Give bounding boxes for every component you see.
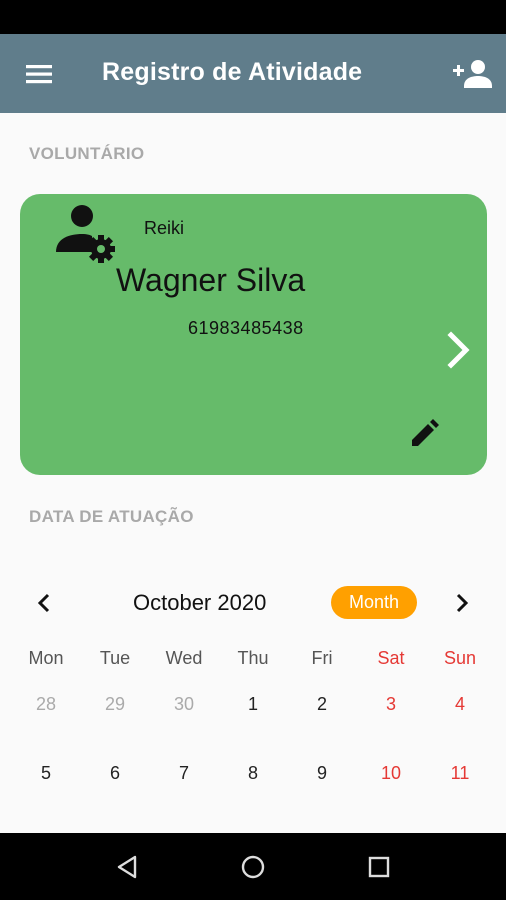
calendar-day[interactable]: 7 (154, 753, 214, 793)
person-add-icon (453, 60, 492, 88)
volunteer-card[interactable]: Reiki Wagner Silva 61983485438 (20, 194, 487, 475)
weekday-thu: Thu (237, 648, 269, 668)
date-section-label: DATA DE ATUAÇÃO (29, 507, 194, 526)
volunteer-phone: 61983485438 (188, 318, 304, 338)
nav-recents-button[interactable] (363, 851, 395, 883)
system-nav-bar (0, 833, 506, 900)
calendar-month-title: October 2020 (133, 590, 267, 615)
calendar-day[interactable]: 8 (223, 753, 283, 793)
volunteer-activity: Reiki (144, 218, 185, 238)
calendar-day[interactable]: 10 (361, 753, 421, 793)
nav-home-button[interactable] (237, 851, 269, 883)
add-volunteer-button[interactable] (450, 54, 496, 94)
volunteer-section-label: VOLUNTÁRIO (29, 144, 145, 163)
calendar-day[interactable]: 3 (361, 684, 421, 724)
weekday-fri: Fri (311, 648, 333, 668)
weekday-sat: Sat (377, 648, 405, 668)
next-month-button[interactable] (446, 588, 476, 618)
weekday-sun: Sun (443, 648, 477, 668)
nav-back-button[interactable] (111, 851, 143, 883)
weekday-tue: Tue (99, 648, 131, 668)
calendar-day[interactable]: 5 (16, 753, 76, 793)
menu-icon (26, 65, 52, 84)
edit-icon (412, 419, 439, 446)
weekday-mon: Mon (28, 648, 64, 668)
previous-month-button[interactable] (30, 588, 60, 618)
volunteer-name: Wagner Silva (116, 262, 306, 298)
calendar-day[interactable]: 28 (16, 684, 76, 724)
recents-square-icon (368, 856, 390, 878)
calendar-day[interactable]: 29 (85, 684, 145, 724)
app-bar: Registro de Atividade (0, 34, 506, 113)
calendar-day[interactable]: 6 (85, 753, 145, 793)
page-title: Registro de Atividade (102, 58, 363, 86)
calendar-day[interactable]: 4 (430, 684, 490, 724)
back-triangle-icon (117, 855, 137, 879)
calendar-day[interactable]: 1 (223, 684, 283, 724)
open-volunteer-button[interactable] (444, 330, 476, 370)
menu-button[interactable] (20, 56, 60, 92)
status-bar (0, 0, 506, 34)
weekday-wed: Wed (165, 648, 203, 668)
chevron-left-icon (37, 593, 50, 613)
user-settings-icon (56, 205, 115, 263)
chevron-right-icon (456, 593, 469, 613)
calendar-day[interactable]: 30 (154, 684, 214, 724)
calendar-day[interactable]: 11 (430, 753, 490, 793)
calendar-format-button[interactable]: Month (331, 586, 417, 619)
calendar-day[interactable]: 2 (292, 684, 352, 724)
chevron-right-icon (447, 331, 470, 369)
edit-volunteer-button[interactable] (408, 416, 442, 450)
home-circle-icon (241, 855, 265, 879)
calendar-day[interactable]: 9 (292, 753, 352, 793)
